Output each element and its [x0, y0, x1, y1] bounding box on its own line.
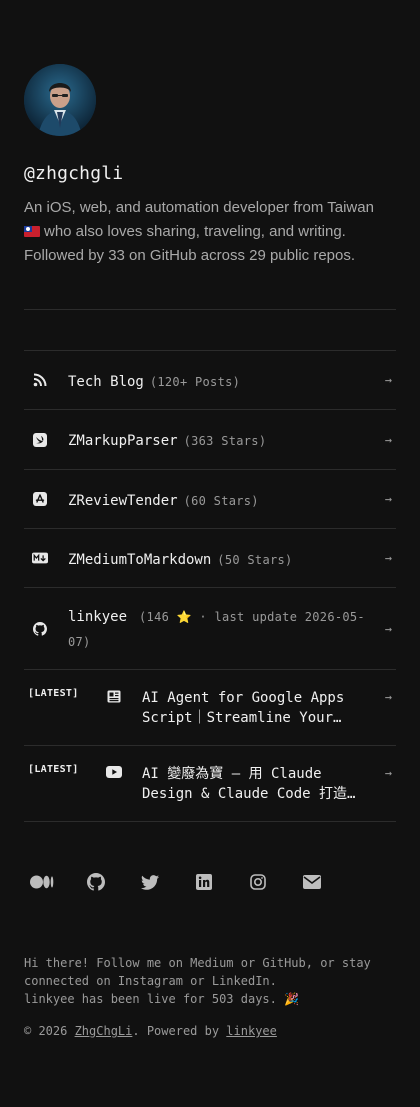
markdown-icon: [32, 550, 48, 566]
profile-page: @zhgchgli An iOS, web, and automation de…: [24, 64, 396, 1038]
taiwan-flag-icon: [24, 226, 40, 237]
newspaper-icon: [106, 688, 122, 704]
link-meta: (50 Stars): [217, 552, 293, 567]
linkedin-icon[interactable]: [192, 870, 216, 894]
link-meta: 07): [68, 634, 91, 649]
youtube-icon: [106, 764, 122, 780]
arrow-right-icon: →: [384, 690, 392, 704]
latest-post-row[interactable]: [LATEST] AI Agent for Google Apps Script…: [24, 670, 396, 746]
email-icon[interactable]: [300, 870, 324, 894]
arrow-right-icon: →: [384, 492, 392, 506]
latest-video-row[interactable]: [LATEST] AI 變廢為寶 — 用 Claude Design & Cla…: [24, 746, 396, 822]
powered-by-link[interactable]: linkyee: [226, 1024, 277, 1038]
latest-video-title: AI 變廢為寶 — 用 Claude Design & Claude Code …: [142, 766, 356, 802]
profile-handle: @zhgchgli: [24, 163, 124, 184]
social-links: [30, 870, 354, 894]
footer: Hi there! Follow me on Medium or GitHub,…: [24, 954, 396, 1040]
bio-line: Followed by 33 on GitHub across 29 publi…: [24, 247, 356, 264]
twitter-icon[interactable]: [138, 870, 162, 894]
link-name: Tech Blog: [68, 373, 144, 390]
latest-post-title: AI Agent for Google Apps Script｜Streamli…: [142, 690, 345, 726]
latest-badge: [LATEST]: [28, 688, 79, 699]
divider: [24, 309, 396, 310]
copyright: © 2026 ZhgChgLi. Powered by linkyee: [24, 1024, 277, 1038]
link-zmediumtomarkdown[interactable]: ZMediumToMarkdown (50 Stars) →: [24, 529, 396, 588]
link-name: ZMediumToMarkdown: [68, 551, 212, 568]
arrow-right-icon: →: [384, 766, 392, 780]
arrow-right-icon: →: [384, 621, 392, 636]
link-meta: (120+ Posts): [149, 374, 241, 389]
footer-text: Hi there! Follow me on Medium or GitHub,…: [24, 956, 371, 970]
owner-link[interactable]: ZhgChgLi: [75, 1024, 133, 1038]
link-meta: (363 Stars): [183, 434, 267, 448]
link-name: ZMarkupParser: [68, 433, 178, 449]
latest-badge: [LATEST]: [28, 764, 79, 775]
arrow-right-icon: →: [384, 373, 392, 387]
footer-text: connected on Instagram or LinkedIn.: [24, 974, 277, 988]
instagram-icon[interactable]: [246, 870, 270, 894]
link-meta: (60 Stars): [183, 493, 259, 508]
avatar: [24, 64, 96, 136]
github-icon[interactable]: [84, 870, 108, 894]
app-store-icon: [32, 491, 48, 507]
link-list: Tech Blog (120+ Posts) → ZMarkupParser (36…: [24, 350, 396, 822]
rss-icon: [32, 372, 48, 388]
link-meta: (146 ⭐ · last update 2026-05-: [139, 609, 365, 624]
github-icon: [32, 621, 48, 637]
link-tech-blog[interactable]: Tech Blog (120+ Posts) →: [24, 351, 396, 410]
profile-bio: An iOS, web, and automation developer fr…: [24, 196, 396, 268]
arrow-right-icon: →: [384, 432, 392, 447]
bio-line: who also loves sharing, traveling, and w…: [24, 220, 396, 244]
swift-icon: [32, 432, 48, 448]
link-name: linkyee: [68, 608, 128, 625]
link-linkyee[interactable]: linkyee (146 ⭐ · last update 2026-05- 07)…: [24, 588, 396, 670]
medium-icon[interactable]: [30, 870, 54, 894]
arrow-right-icon: →: [384, 551, 392, 565]
bio-line: An iOS, web, and automation developer fr…: [24, 199, 374, 216]
link-zmarkupparser[interactable]: ZMarkupParser (363 Stars) →: [24, 410, 396, 470]
link-zreviewtender[interactable]: ZReviewTender (60 Stars) →: [24, 470, 396, 529]
footer-text: linkyee has been live for 503 days. 🎉: [24, 992, 300, 1006]
link-name: ZReviewTender: [68, 492, 178, 509]
